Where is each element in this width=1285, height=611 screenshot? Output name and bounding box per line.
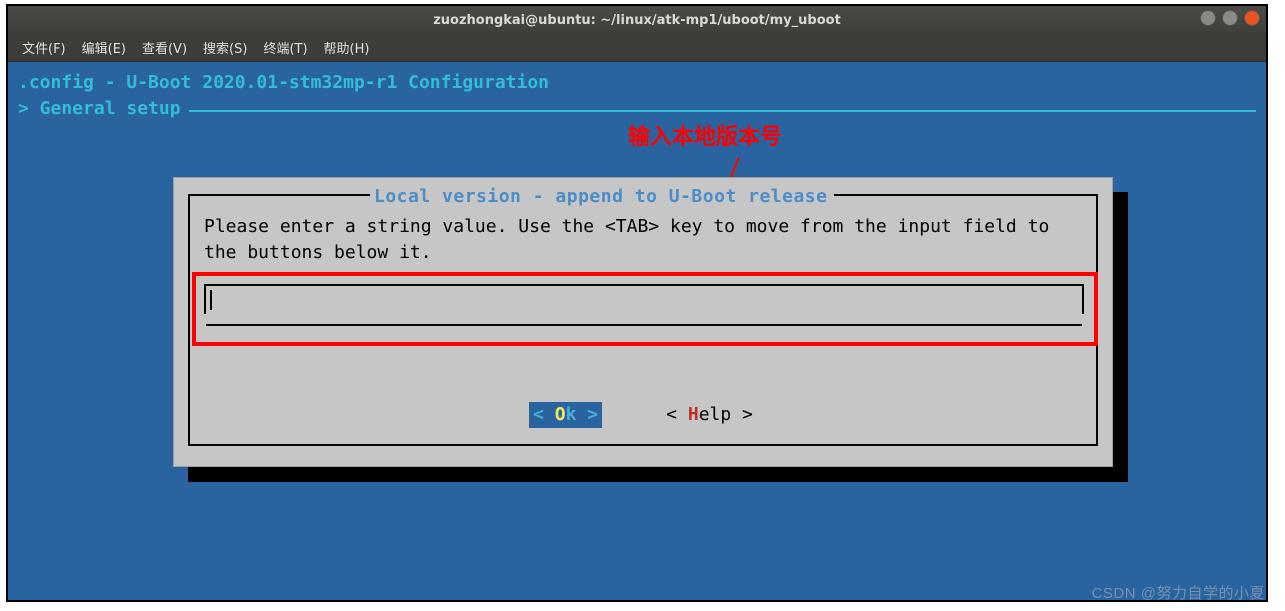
terminal-area: .config - U-Boot 2020.01-stm32mp-r1 Conf…	[8, 62, 1266, 600]
watermark: CSDN @努力自学的小夏	[1092, 582, 1265, 603]
local-version-input[interactable]	[204, 284, 1084, 314]
annotation-label: 输入本地版本号	[628, 124, 782, 150]
window-titlebar: zuozhongkai@ubuntu: ~/linux/atk-mp1/uboo…	[8, 6, 1266, 34]
config-breadcrumb-row: > General setup	[18, 96, 1256, 122]
close-icon[interactable]	[1244, 10, 1260, 26]
help-button[interactable]: < Help >	[662, 402, 757, 428]
dialog-border	[834, 194, 1098, 196]
ok-button[interactable]: < Ok >	[529, 402, 602, 428]
input-underline	[206, 324, 1082, 326]
horizontal-rule	[189, 110, 1256, 112]
dialog-title: Local version - append to U-Boot release	[374, 184, 827, 210]
dialog-button-row: < Ok > < Help >	[174, 402, 1112, 428]
terminal-window: zuozhongkai@ubuntu: ~/linux/atk-mp1/uboo…	[6, 4, 1268, 602]
input-dialog: Local version - append to U-Boot release…	[173, 177, 1113, 467]
window-controls	[1200, 10, 1260, 26]
menu-terminal[interactable]: 终端(T)	[257, 38, 313, 57]
window-title: zuozhongkai@ubuntu: ~/linux/atk-mp1/uboo…	[433, 13, 841, 28]
text-cursor	[210, 290, 212, 310]
minimize-icon[interactable]	[1200, 10, 1216, 26]
menu-view[interactable]: 查看(V)	[136, 38, 193, 57]
config-header: .config - U-Boot 2020.01-stm32mp-r1 Conf…	[18, 70, 1256, 96]
maximize-icon[interactable]	[1222, 10, 1238, 26]
menu-bar: 文件(F) 编辑(E) 查看(V) 搜索(S) 终端(T) 帮助(H)	[8, 34, 1266, 62]
dialog-prompt: Please enter a string value. Use the <TA…	[204, 214, 1084, 266]
menu-file[interactable]: 文件(F)	[16, 38, 72, 57]
menu-help[interactable]: 帮助(H)	[318, 38, 376, 57]
dialog-border	[188, 194, 370, 196]
config-breadcrumb: > General setup	[18, 96, 181, 122]
menu-search[interactable]: 搜索(S)	[197, 38, 253, 57]
menu-edit[interactable]: 编辑(E)	[76, 38, 132, 57]
dialog-border	[188, 444, 1098, 446]
